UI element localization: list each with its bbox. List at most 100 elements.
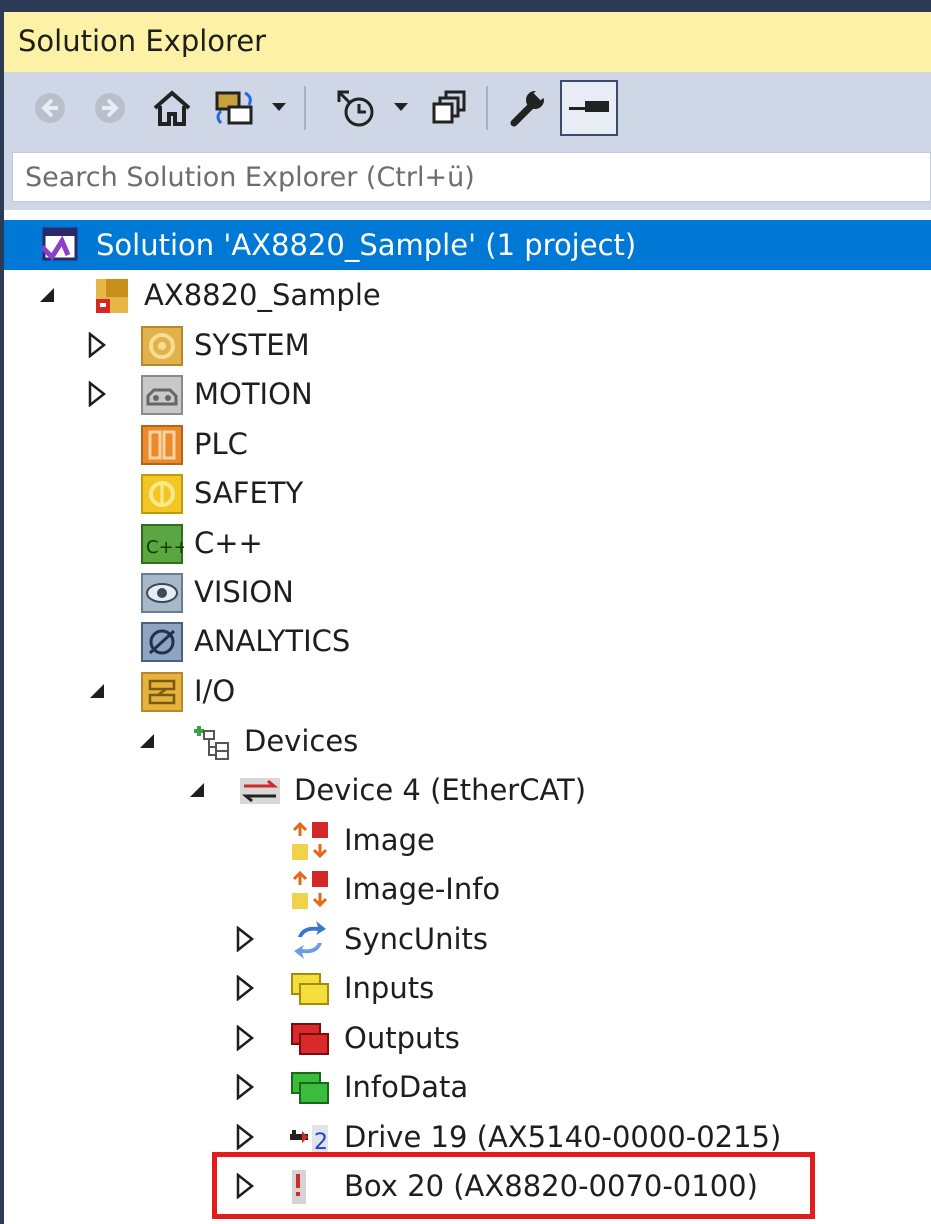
tree-item-label: MOTION [194, 377, 313, 411]
search-box [12, 152, 931, 202]
tree-item-vision[interactable]: VISION [4, 567, 931, 617]
process-image-info-icon [288, 869, 332, 911]
tree-item-syncunits[interactable]: SyncUnits [4, 914, 931, 964]
tree-item-infodata[interactable]: InfoData [4, 1062, 931, 1112]
tree-item-image-info[interactable]: Image-Info [4, 864, 931, 914]
tree-item-system[interactable]: SYSTEM [4, 320, 931, 370]
tree-item-label: Solution 'AX8820_Sample' (1 project) [96, 228, 637, 262]
pin-icon [569, 101, 609, 112]
tree-item-label: I/O [194, 674, 236, 708]
ethercat-box-icon [288, 1166, 332, 1208]
motion-icon [140, 374, 184, 416]
window-top-border [0, 0, 931, 12]
dropdown-arrow-icon [272, 103, 286, 111]
system-icon [140, 325, 184, 367]
sync-icon [215, 91, 253, 125]
title-bar: Solution Explorer [0, 12, 931, 72]
collapse-all-icon [432, 90, 466, 124]
vision-icon [140, 572, 184, 614]
tree-item-label: SyncUnits [344, 922, 489, 956]
tree-item-outputs[interactable]: Outputs [4, 1013, 931, 1063]
tree-item-label: Image [344, 823, 435, 857]
tree-item-label: VISION [194, 575, 294, 609]
drive-icon: 2 [288, 1117, 332, 1159]
tree-item-devices[interactable]: Devices [4, 716, 931, 766]
tree-item-label: Devices [244, 724, 359, 758]
expand-arrow-icon[interactable] [84, 380, 110, 408]
tree-item-label: Image-Info [344, 872, 501, 906]
collapse-arrow-icon[interactable] [184, 777, 210, 803]
expand-arrow-icon[interactable] [84, 331, 110, 359]
tree-item-analytics[interactable]: ANALYTICS [4, 616, 931, 666]
forward-icon [95, 93, 125, 123]
tree-item-label: InfoData [344, 1070, 469, 1104]
cpp-icon: C++ [140, 523, 189, 565]
tree-item-device4[interactable]: Device 4 (EtherCAT) [4, 765, 931, 815]
back-icon [35, 93, 65, 123]
expand-arrow-icon[interactable] [232, 1024, 258, 1052]
home-icon [153, 90, 191, 126]
pending-changes-icon [337, 90, 374, 127]
tree-item-image[interactable]: Image [4, 815, 931, 865]
home-button[interactable] [148, 80, 196, 136]
tree-item-inputs[interactable]: Inputs [4, 963, 931, 1013]
tree-item-cpp[interactable]: C++ C++ [4, 518, 931, 568]
twincat-project-icon [90, 275, 134, 317]
window-title: Solution Explorer [18, 24, 267, 58]
ethercat-device-icon [238, 770, 282, 812]
tree-item-plc[interactable]: PLC [4, 419, 931, 469]
svg-text:C++: C++ [146, 537, 184, 558]
plc-icon [140, 424, 184, 466]
filter-dropdown[interactable] [388, 80, 414, 136]
expand-arrow-icon[interactable] [232, 1172, 258, 1200]
sync-dropdown[interactable] [266, 80, 292, 136]
solution-tree: Solution 'AX8820_Sample' (1 project) AX8… [0, 210, 931, 1224]
properties-icon [510, 87, 547, 127]
tree-item-safety[interactable]: SAFETY [4, 468, 931, 518]
toolbar-separator [486, 86, 488, 130]
toolbar [0, 72, 931, 146]
syncunits-icon [288, 919, 332, 961]
back-button[interactable] [28, 80, 72, 136]
tree-item-project[interactable]: AX8820_Sample [4, 270, 931, 320]
tree-item-drive19[interactable]: 2 Drive 19 (AX5140-0000-0215) [4, 1112, 931, 1162]
tree-item-label: AX8820_Sample [144, 278, 381, 312]
infodata-icon [288, 1067, 332, 1109]
collapse-all-button[interactable] [424, 80, 472, 136]
tree-item-label: Outputs [344, 1021, 460, 1055]
devices-icon [190, 721, 234, 763]
expand-arrow-icon[interactable] [232, 974, 258, 1002]
preview-selected-items-toggle[interactable] [560, 80, 618, 136]
tree-item-label: Device 4 (EtherCAT) [294, 773, 587, 807]
safety-icon [140, 473, 184, 515]
sync-with-active-document-button[interactable] [210, 80, 260, 136]
expand-arrow-icon[interactable] [232, 925, 258, 953]
solution-icon [38, 225, 82, 267]
tree-item-motion[interactable]: MOTION [4, 369, 931, 419]
io-icon [140, 671, 184, 713]
process-image-icon [288, 820, 332, 862]
tree-item-io[interactable]: I/O [4, 666, 931, 716]
inputs-icon [288, 968, 332, 1010]
expand-arrow-icon[interactable] [232, 1123, 258, 1151]
tree-item-label: Drive 19 (AX5140-0000-0215) [344, 1120, 782, 1154]
search-input[interactable] [13, 153, 930, 201]
tree-item-label: PLC [194, 427, 248, 461]
tree-item-solution[interactable]: Solution 'AX8820_Sample' (1 project) [4, 220, 931, 270]
tree-item-label: SAFETY [194, 476, 304, 510]
pending-changes-filter-button[interactable] [330, 80, 380, 136]
analytics-icon [140, 621, 184, 663]
tree-item-label: Inputs [344, 971, 435, 1005]
tree-item-label: ANALYTICS [194, 624, 351, 658]
tree-item-label: Box 20 (AX8820-0070-0100) [344, 1169, 758, 1203]
properties-button[interactable] [502, 80, 552, 136]
expand-arrow-icon[interactable] [232, 1073, 258, 1101]
collapse-arrow-icon[interactable] [34, 282, 60, 308]
collapse-arrow-icon[interactable] [134, 728, 160, 754]
tree-item-box20[interactable]: Box 20 (AX8820-0070-0100) [4, 1161, 931, 1211]
collapse-arrow-icon[interactable] [84, 678, 110, 704]
forward-button[interactable] [88, 80, 132, 136]
svg-text:2: 2 [314, 1130, 328, 1155]
tree-item-label: SYSTEM [194, 328, 310, 362]
outputs-icon [288, 1018, 332, 1060]
